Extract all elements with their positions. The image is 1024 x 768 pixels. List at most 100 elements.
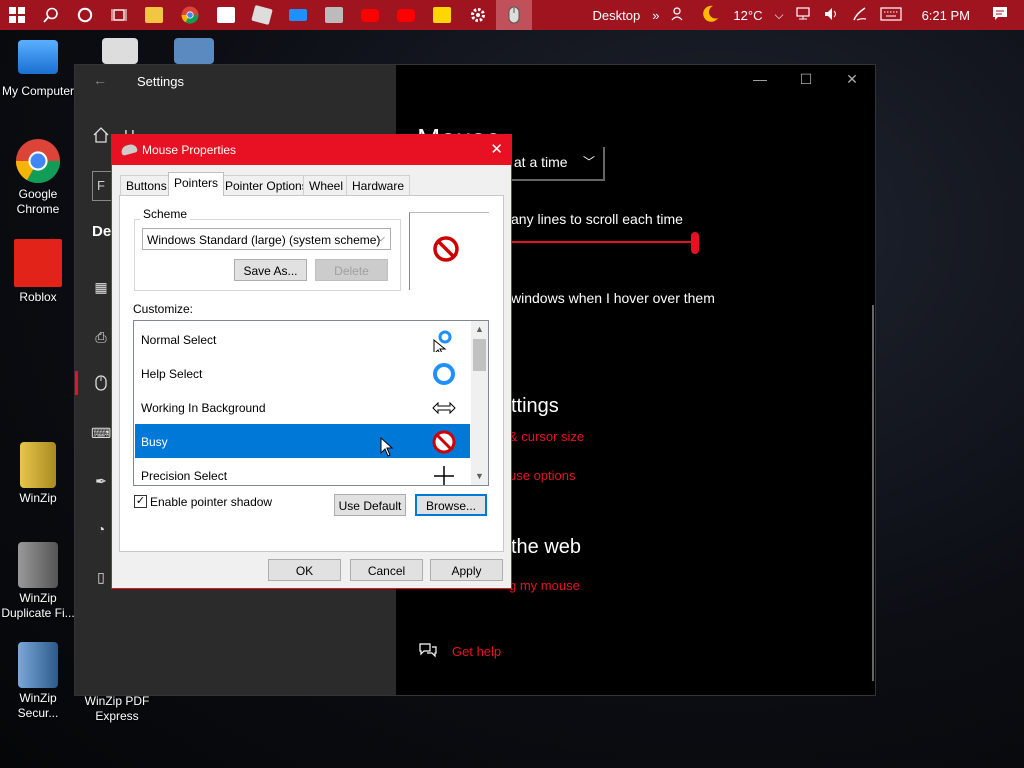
desktop-icon-google-chrome[interactable]: Google Chrome: [0, 138, 76, 217]
use-default-button[interactable]: Use Default: [334, 494, 406, 516]
network-icon[interactable]: [790, 6, 818, 24]
scheme-value: Windows Standard (large) (system scheme): [147, 233, 381, 247]
cursor-name: Help Select: [141, 367, 203, 381]
desktop-icon-label: Google Chrome: [16, 187, 60, 216]
list-item[interactable]: Busy: [135, 424, 470, 458]
crosshair-icon: [434, 466, 454, 485]
youtube-icon-2[interactable]: [388, 0, 424, 30]
temperature-label[interactable]: 12°C: [727, 8, 768, 23]
pen-icon[interactable]: [846, 6, 874, 25]
mouse-icon[interactable]: [496, 0, 532, 30]
find-setting-text: F: [97, 178, 105, 193]
chevron-down-icon: ⌵: [376, 232, 385, 244]
normal-select-icon: [433, 330, 452, 352]
dialog-titlebar[interactable]: Mouse Properties ✕: [112, 135, 511, 165]
scheme-dropdown[interactable]: Windows Standard (large) (system scheme)…: [142, 228, 391, 250]
roblox-icon: [14, 239, 62, 287]
scroll-thumb[interactable]: [473, 339, 486, 371]
lines-slider-track[interactable]: [505, 241, 695, 243]
desktop-icon-winzip-secure[interactable]: WinZip Secur...: [0, 642, 76, 721]
close-icon[interactable]: ✕: [490, 140, 503, 158]
file-explorer-icon[interactable]: [136, 0, 172, 30]
notifications-icon[interactable]: [984, 6, 1024, 25]
list-item[interactable]: Normal Select: [135, 322, 470, 356]
desktop-icon-recycle-bin[interactable]: [98, 38, 142, 67]
get-help-icon[interactable]: [419, 643, 437, 664]
settings-scrollbar[interactable]: [872, 305, 874, 681]
ok-button[interactable]: OK: [268, 559, 341, 581]
tab-pointers[interactable]: Pointers: [168, 172, 225, 196]
web-help-link[interactable]: g my mouse: [509, 578, 580, 593]
search-icon[interactable]: [34, 0, 68, 30]
cortana-icon[interactable]: [68, 0, 102, 30]
home-icon[interactable]: [93, 127, 109, 147]
back-arrow-icon[interactable]: ←: [93, 72, 107, 88]
usb-icon[interactable]: ▯: [91, 569, 111, 586]
tab-pointer-options[interactable]: Pointer Options: [219, 175, 314, 195]
minimize-button[interactable]: —: [745, 71, 775, 87]
weather-moon-icon[interactable]: [693, 3, 727, 28]
desktop-icon-roblox[interactable]: Roblox: [0, 239, 76, 305]
delete-button[interactable]: Delete: [315, 259, 388, 281]
pen-icon[interactable]: ✒: [91, 473, 111, 490]
system-tray: Desktop » 12°C ⌵ 6:21 PM: [586, 0, 1024, 30]
start-icon[interactable]: [0, 0, 34, 30]
mouse-icon[interactable]: [91, 375, 111, 394]
chrome-icon[interactable]: [172, 0, 208, 30]
store-icon[interactable]: [208, 0, 244, 30]
chrome-icon: [15, 138, 61, 184]
browse-button[interactable]: Browse...: [415, 494, 487, 516]
typing-keyboard-icon[interactable]: ⌨: [91, 425, 111, 442]
list-item[interactable]: Precision Select: [135, 458, 470, 485]
mouse-pointer-icon: [380, 437, 394, 457]
scroll-down-icon[interactable]: ▼: [471, 471, 488, 481]
cursor-list-scrollbar[interactable]: ▲ ▼: [471, 321, 488, 485]
mail-icon[interactable]: [280, 0, 316, 30]
photos-icon[interactable]: [316, 0, 352, 30]
scroll-up-icon[interactable]: ▲: [471, 324, 488, 334]
roblox-icon[interactable]: [244, 0, 280, 30]
maximize-button[interactable]: ☐: [791, 71, 821, 88]
close-icon[interactable]: ✕: [837, 71, 867, 88]
sticky-notes-icon[interactable]: [424, 0, 460, 30]
enable-pointer-shadow-label[interactable]: Enable pointer shadow: [150, 495, 272, 509]
list-item[interactable]: Help Select: [135, 356, 470, 390]
tab-wheel[interactable]: Wheel: [303, 175, 350, 195]
save-as-button[interactable]: Save As...: [234, 259, 307, 281]
enable-pointer-shadow-checkbox[interactable]: ✓: [134, 495, 147, 508]
task-view-icon[interactable]: [102, 0, 136, 30]
computer-icon: [18, 40, 58, 74]
keyboard-icon[interactable]: [874, 6, 908, 24]
cursor-name: Working In Background: [141, 401, 266, 415]
cursor-size-link[interactable]: & cursor size: [509, 429, 584, 444]
list-item[interactable]: Working In Background: [135, 390, 470, 424]
bluetooth-devices-icon[interactable]: ▦: [91, 279, 111, 296]
desktop-icon-label: WinZip PDF Express: [84, 694, 150, 723]
desktop-toolbar-label[interactable]: Desktop: [586, 8, 646, 23]
additional-mouse-options-link[interactable]: use options: [509, 468, 576, 483]
clock-time[interactable]: 6:21 PM: [908, 8, 984, 23]
desktop-icon-winzip-pdf-express[interactable]: WinZip PDF Express: [79, 694, 155, 724]
lines-slider-thumb[interactable]: [691, 232, 699, 254]
chevron-right-icon[interactable]: »: [646, 8, 665, 23]
desktop-icon-winzip[interactable]: WinZip: [0, 442, 76, 506]
settings-icon[interactable]: [460, 0, 496, 30]
chevron-down-icon[interactable]: ⌵: [768, 8, 789, 23]
mouse-properties-dialog: Mouse Properties ✕ Buttons Pointers Poin…: [111, 134, 512, 589]
desktop-icon-winzip-duplicate[interactable]: WinZip Duplicate Fi...: [0, 542, 76, 621]
printer-icon[interactable]: ⎙: [91, 329, 111, 346]
cursor-list[interactable]: Normal Select Help Select Working In Bac…: [133, 320, 489, 486]
tab-buttons[interactable]: Buttons: [120, 175, 173, 195]
volume-icon[interactable]: [818, 7, 846, 24]
get-help-link[interactable]: Get help: [452, 644, 501, 659]
desktop-icon-partial[interactable]: [168, 38, 220, 67]
youtube-icon[interactable]: [352, 0, 388, 30]
cancel-button[interactable]: Cancel: [350, 559, 423, 581]
tab-hardware[interactable]: Hardware: [346, 175, 411, 195]
desktop-icon-my-computer[interactable]: My Computer: [0, 40, 76, 99]
desktop-icon-label: WinZip Duplicate Fi...: [1, 591, 75, 620]
apply-button[interactable]: Apply: [430, 559, 503, 581]
people-icon[interactable]: [665, 6, 693, 25]
help-select-icon: [433, 363, 455, 385]
autoplay-icon[interactable]: ◔: [91, 521, 111, 537]
